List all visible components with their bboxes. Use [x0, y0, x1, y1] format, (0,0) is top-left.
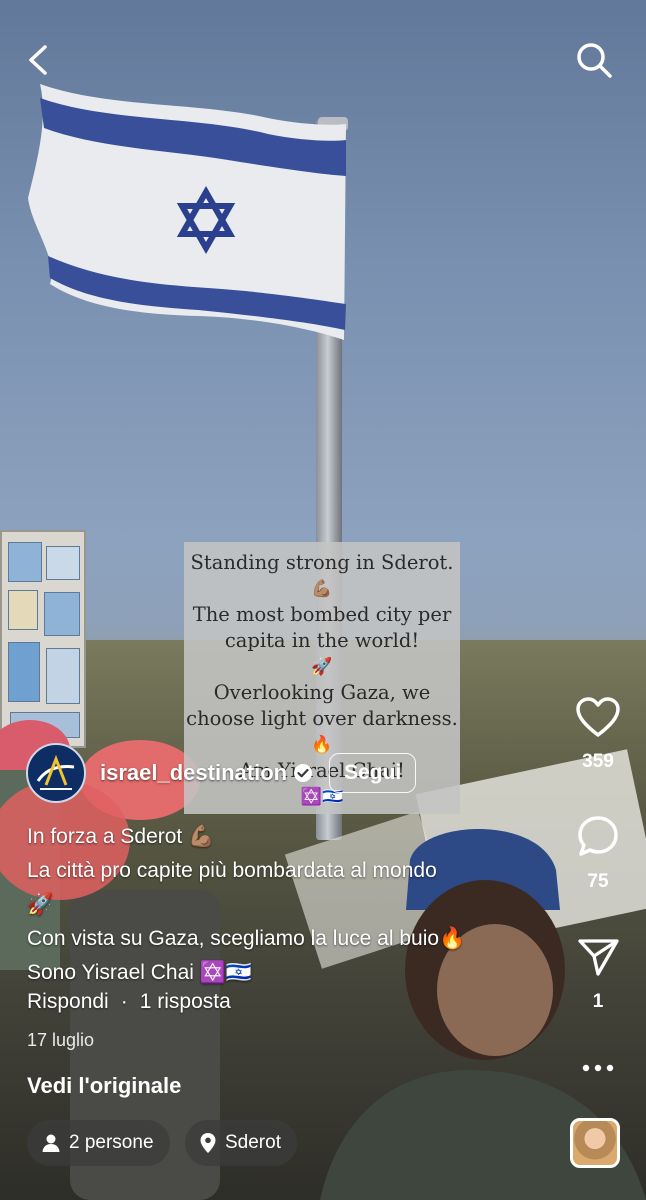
send-paper-plane-icon [578, 939, 619, 976]
author-row: israel_destination Segui [26, 743, 417, 803]
like-count: 359 [582, 751, 614, 772]
israel-flag [28, 84, 346, 340]
author-avatar[interactable] [26, 743, 86, 803]
caption-line: La città pro capite più bombardata al mo… [27, 859, 437, 882]
location-chip[interactable]: Sderot [185, 1120, 297, 1166]
see-original-link[interactable]: Vedi l'originale [27, 1073, 181, 1099]
post-caption[interactable]: In forza a Sderot 💪🏽 La città pro capite… [27, 820, 547, 990]
overlay-emoji: 🚀 [311, 657, 333, 677]
author-username[interactable]: israel_destination [100, 760, 287, 786]
caption-line: In forza a Sderot 💪🏽 [27, 825, 215, 848]
overlay-line: Overlooking Gaza, we [213, 681, 431, 704]
heart-icon [576, 697, 620, 737]
more-dots-icon [582, 1064, 614, 1072]
separator-dot: · [120, 990, 128, 1013]
search-icon [577, 43, 612, 78]
view-replies-link[interactable]: 1 risposta [140, 990, 231, 1014]
like-action[interactable]: 359 [550, 696, 646, 773]
comment-bubble-icon [578, 816, 618, 856]
overlay-emoji: 💪🏽 [311, 579, 333, 599]
tagged-people-chip[interactable]: 2 persone [27, 1120, 170, 1166]
back-button[interactable] [16, 38, 60, 82]
caption-line: Con vista su Gaza, scegliamo la luce al … [27, 927, 466, 950]
reply-row: Rispondi · 1 risposta [27, 990, 231, 1014]
tagged-people-label: 2 persone [69, 1132, 154, 1153]
post-date: 17 luglio [27, 1030, 95, 1050]
overlay-line: The most bombed city per [192, 603, 452, 626]
brand-logo-icon [36, 754, 75, 790]
overlay-line: Standing strong in Sderot. [190, 551, 454, 574]
reply-link[interactable]: Rispondi [27, 990, 109, 1014]
caption-line: 🚀 [27, 893, 54, 916]
back-arrow-icon [29, 45, 47, 75]
comment-action[interactable]: 75 [550, 814, 646, 893]
overlay-line: capita in the world! [224, 629, 420, 652]
overlay-line: choose light over darkness. [186, 707, 458, 730]
location-label: Sderot [225, 1132, 281, 1153]
reel-background-photo[interactable]: Standing strong in Sderot. 💪🏽 The most b… [0, 0, 646, 1200]
follow-button[interactable]: Segui [329, 753, 417, 793]
search-button[interactable] [572, 38, 616, 82]
location-pin-icon [200, 1133, 216, 1153]
share-count: 1 [592, 991, 604, 1012]
person-icon [42, 1134, 60, 1152]
verified-badge-icon [294, 764, 313, 782]
comment-count: 75 [587, 871, 609, 892]
caption-line: Sono Yisrael Chai ✡️🇮🇱 [27, 961, 253, 984]
audio-thumbnail[interactable] [570, 1118, 620, 1168]
share-action[interactable]: 1 [550, 936, 646, 1013]
more-options-button[interactable] [550, 1058, 646, 1083]
